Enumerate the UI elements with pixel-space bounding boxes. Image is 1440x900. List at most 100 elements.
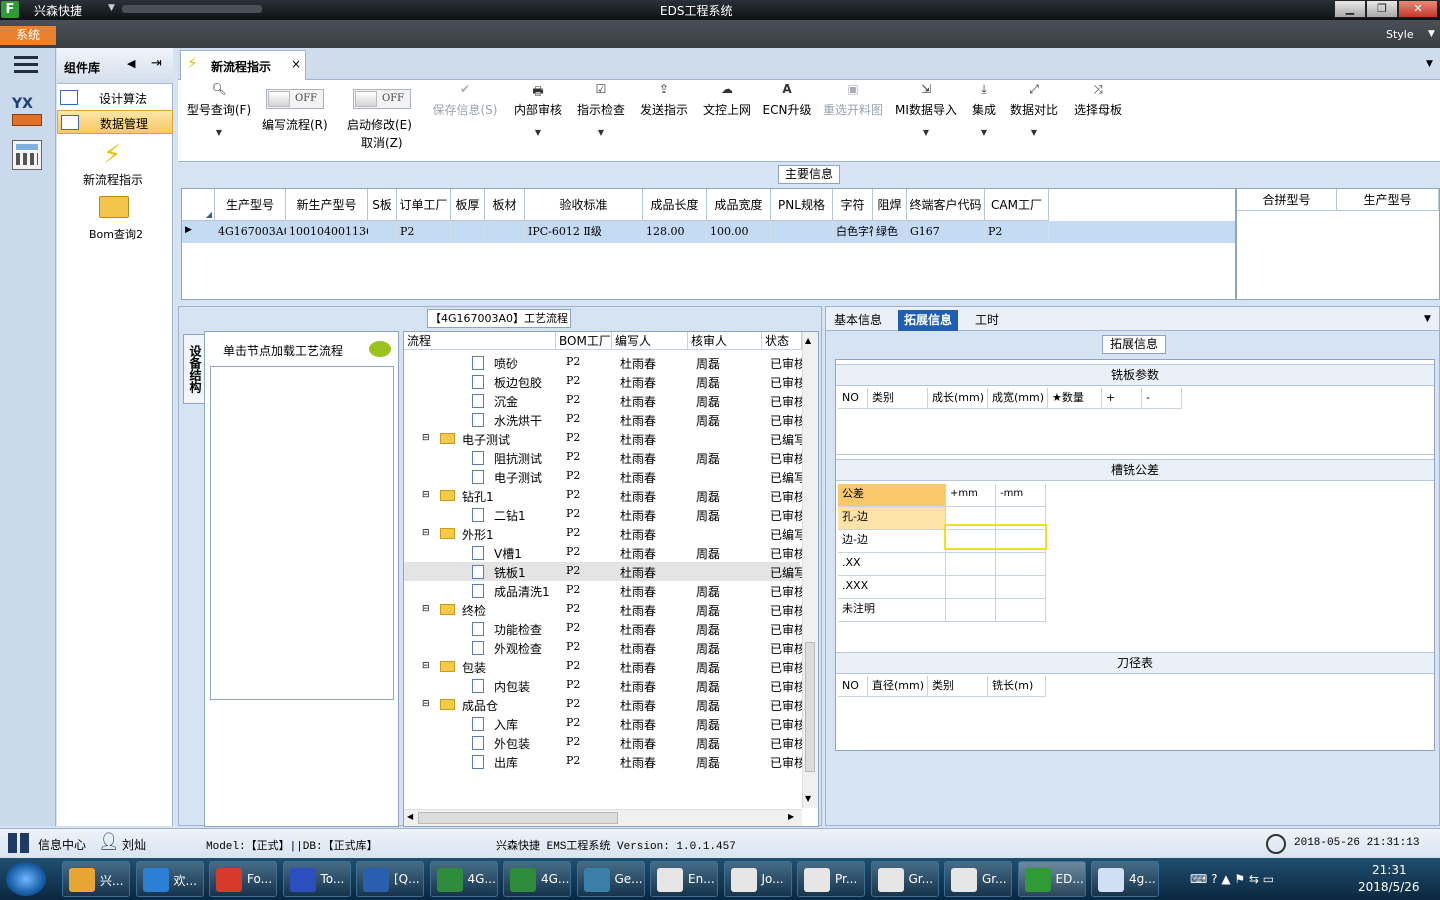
upload-online-button[interactable]: ☁ 文控上网 — [699, 82, 755, 158]
tool-col-header[interactable]: 铣长(m) — [988, 676, 1046, 697]
write-flow-toggle[interactable]: OFF — [266, 89, 324, 109]
tol-plus-cell[interactable] — [946, 576, 996, 599]
send-instruction-button[interactable]: ⇪ 发送指示 — [636, 82, 692, 158]
tree-row[interactable]: V槽1 P2 杜雨春 周磊 已审核 — [404, 543, 802, 562]
tree-row[interactable]: 二钻1 P2 杜雨春 周磊 已审核 — [404, 505, 802, 524]
taskbar-item[interactable]: To... — [282, 861, 351, 897]
tool-col-header[interactable]: 类别 — [928, 676, 988, 697]
tree-col-header[interactable]: 核审人 — [688, 332, 762, 350]
main-col-header[interactable]: S板 — [368, 189, 397, 221]
tree-row[interactable]: 铣板1 P2 杜雨春 已编写 — [404, 562, 802, 581]
tree-col-header[interactable]: 流程 — [404, 332, 556, 350]
taskbar-item[interactable]: Gr... — [944, 861, 1012, 897]
vertical-scrollbar[interactable]: ▲ ▼ — [802, 332, 818, 808]
main-cell[interactable]: 10010400113638 — [286, 221, 387, 243]
collapse-node-icon[interactable]: ⊟ — [422, 604, 430, 614]
collapse-node-icon[interactable]: ⊟ — [422, 528, 430, 538]
tree-row[interactable]: ⊟ 电子测试 P2 杜雨春 已编写 — [404, 429, 802, 448]
main-col-header[interactable]: 阻焊 — [873, 189, 907, 221]
node-list[interactable] — [210, 366, 394, 700]
internal-review-button[interactable]: 🖶 内部审核 ▼ — [510, 82, 566, 158]
main-col-header[interactable]: CAM工厂 — [985, 189, 1049, 221]
tol-minus-cell[interactable] — [996, 576, 1046, 599]
tree-row[interactable]: ⊟ 终检 P2 杜雨春 周磊 已审核 — [404, 600, 802, 619]
main-cell[interactable]: P2 — [397, 221, 451, 243]
start-button[interactable] — [6, 862, 46, 896]
mi-import-button[interactable]: ⇲ MI数据导入 ▼ — [894, 82, 958, 158]
taskbar-item[interactable]: En... — [650, 861, 718, 897]
tree-row[interactable]: 功能检查 P2 杜雨春 周磊 已审核 — [404, 619, 802, 638]
tol-plus-cell[interactable] — [946, 553, 996, 576]
main-cell[interactable] — [485, 221, 525, 243]
tab-new-flow[interactable]: ⚡ 新流程指示 × — [180, 50, 306, 80]
tol-minus-cell[interactable] — [996, 599, 1046, 622]
tab-work-hours[interactable]: 工时 — [969, 310, 1005, 331]
select-mother-board-button[interactable]: ⤨ 选择母板 — [1070, 82, 1126, 158]
taskbar-item[interactable]: 欢... — [135, 861, 204, 897]
tree-row[interactable]: ⊟ 成品仓 P2 杜雨春 周磊 已审核 — [404, 695, 802, 714]
tree-row[interactable]: 电子测试 P2 杜雨春 已编写 — [404, 467, 802, 486]
main-col-header[interactable]: 成品长度 — [643, 189, 707, 221]
factory-module-icon[interactable]: YX — [10, 96, 44, 128]
main-col-header[interactable]: 板厚 — [451, 189, 485, 221]
tree-row[interactable]: 喷砂 P2 杜雨春 周磊 已审核 — [404, 353, 802, 372]
info-center-link[interactable]: 信息中心 — [38, 836, 86, 853]
maximize-button[interactable]: ❐ — [1366, 0, 1398, 18]
tree-row[interactable]: 成品清洗1 P2 杜雨春 周磊 已审核 — [404, 581, 802, 600]
ecn-upgrade-button[interactable]: A ECN升级 — [762, 82, 812, 158]
system-menu[interactable]: 系统 — [0, 26, 56, 45]
tray-icons[interactable]: ⌨ ? ▲ ⚑ ⇆ ▭ — [1190, 872, 1274, 886]
taskbar-item[interactable]: 4g... — [1091, 861, 1159, 897]
tree-row[interactable]: ⊟ 钻孔1 P2 杜雨春 周磊 已审核 — [404, 486, 802, 505]
tree-row[interactable]: 沉金 P2 杜雨春 周磊 已审核 — [404, 391, 802, 410]
calculator-module-icon[interactable] — [12, 140, 42, 170]
tool-col-header[interactable]: 直径(mm) — [868, 676, 928, 697]
cancel-button[interactable]: 取消(Z) — [361, 134, 403, 151]
mill-col-header[interactable]: + — [1102, 388, 1142, 409]
taskbar-item[interactable]: Ge... — [576, 861, 645, 897]
tol-minus-cell[interactable] — [996, 530, 1046, 553]
main-col-header[interactable]: 生产型号 — [215, 189, 286, 221]
merge-col-header[interactable]: 生产型号 — [1337, 189, 1439, 211]
close-button[interactable]: ✕ — [1398, 0, 1438, 18]
taskbar-item[interactable]: 4G... — [503, 861, 571, 897]
main-col-header[interactable]: 新生产型号 — [286, 189, 368, 221]
quick-access-dropdown-icon[interactable]: ▼ — [108, 3, 115, 13]
reselect-cut-button[interactable]: ▣ 重选开料图 — [820, 82, 886, 158]
tool-bom-query[interactable]: Bom查询2 — [89, 226, 143, 242]
instruction-check-button[interactable]: ☑ 指示检查 ▼ — [573, 82, 629, 158]
data-compare-button[interactable]: ⤢ 数据对比 ▼ — [1008, 82, 1060, 158]
collapse-node-icon[interactable]: ⊟ — [422, 490, 430, 500]
tree-row[interactable]: 内包装 P2 杜雨春 周磊 已审核 — [404, 676, 802, 695]
main-cell[interactable]: 绿色 — [873, 221, 907, 243]
lib-item-design-algorithm[interactable]: 设计算法 — [57, 86, 173, 110]
taskbar-item[interactable]: [Q... — [356, 861, 424, 897]
tree-row[interactable]: 阻抗测试 P2 杜雨春 周磊 已审核 — [404, 448, 802, 467]
main-col-header[interactable]: 字符 — [833, 189, 873, 221]
main-cell[interactable]: 128.00 — [643, 221, 707, 243]
main-cell[interactable]: G167 — [907, 221, 985, 243]
mill-col-header[interactable]: 成宽(mm) — [988, 388, 1048, 409]
tol-plus-cell[interactable] — [946, 530, 996, 553]
open-folder-icon[interactable] — [99, 196, 129, 218]
equipment-structure-tab[interactable]: 设备结构 — [183, 334, 205, 404]
taskbar-item[interactable]: 兴... — [62, 861, 130, 897]
merge-col-header[interactable]: 合拼型号 — [1237, 189, 1337, 211]
integrate-button[interactable]: ⤓ 集成 ▼ — [967, 82, 1001, 158]
main-col-header[interactable]: 终端客户代码 — [907, 189, 985, 221]
tab-dropdown-icon[interactable]: ▼ — [1424, 314, 1431, 324]
tree-row[interactable]: 外包装 P2 杜雨春 周磊 已审核 — [404, 733, 802, 752]
main-col-header[interactable]: 板材 — [485, 189, 525, 221]
main-cell[interactable]: 100.00 — [707, 221, 771, 243]
tool-new-flow[interactable]: 新流程指示 — [83, 171, 143, 188]
tree-row[interactable]: ⊟ 包装 P2 杜雨春 周磊 已审核 — [404, 657, 802, 676]
tree-row[interactable]: 出库 P2 杜雨春 周磊 已审核 — [404, 752, 802, 771]
tree-row[interactable]: 板边包胶 P2 杜雨春 周磊 已审核 — [404, 372, 802, 391]
collapse-node-icon[interactable]: ⊟ — [422, 433, 430, 443]
tol-plus-cell[interactable] — [946, 599, 996, 622]
taskbar-item[interactable]: Gr... — [870, 861, 939, 897]
tree-col-header[interactable]: 状态 — [762, 332, 802, 350]
horizontal-scrollbar[interactable]: ◀ ▶ — [404, 809, 802, 826]
model-query-button[interactable]: 🔍︎ 型号查询(F) ▼ — [184, 82, 254, 158]
mill-col-header[interactable]: - — [1142, 388, 1182, 409]
